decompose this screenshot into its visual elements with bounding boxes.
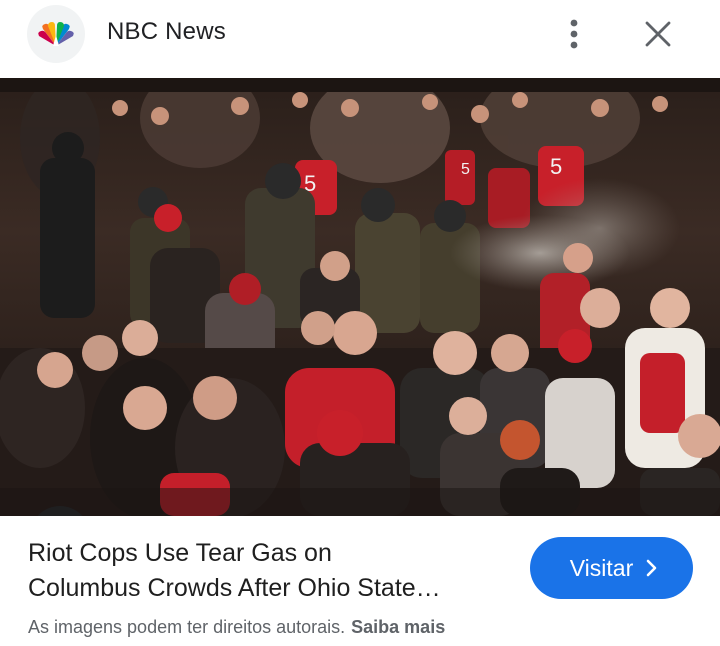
visit-button[interactable]: Visitar (530, 537, 693, 599)
crowd-photo: 5 5 5 (0, 78, 720, 516)
result-title-line-2: Columbus Crowds After Ohio State… (28, 574, 441, 602)
copyright-notice: As imagens podem ter direitos autorais. S… (28, 617, 445, 638)
close-icon (645, 21, 671, 47)
jersey-number: 5 (461, 161, 470, 178)
nbc-logo[interactable] (27, 5, 85, 63)
result-title-line-1: Riot Cops Use Tear Gas on (28, 539, 332, 567)
nbc-peacock-logo-icon (38, 22, 74, 46)
close-button[interactable] (636, 14, 680, 54)
copyright-text: As imagens podem ter direitos autorais. (28, 617, 346, 637)
chevron-right-icon (645, 559, 657, 577)
visit-button-label: Visitar (569, 554, 634, 581)
more-options-button[interactable] (556, 14, 592, 54)
source-header: NBC News (0, 0, 720, 78)
site-name[interactable]: NBC News (107, 18, 226, 46)
more-vert-icon (570, 19, 578, 49)
result-image[interactable]: 5 5 5 (0, 78, 720, 516)
result-title[interactable]: Riot Cops Use Tear Gas on Columbus Crowd… (28, 536, 518, 606)
jersey-number: 5 (550, 154, 562, 179)
learn-more-link[interactable]: Saiba mais (351, 617, 445, 637)
